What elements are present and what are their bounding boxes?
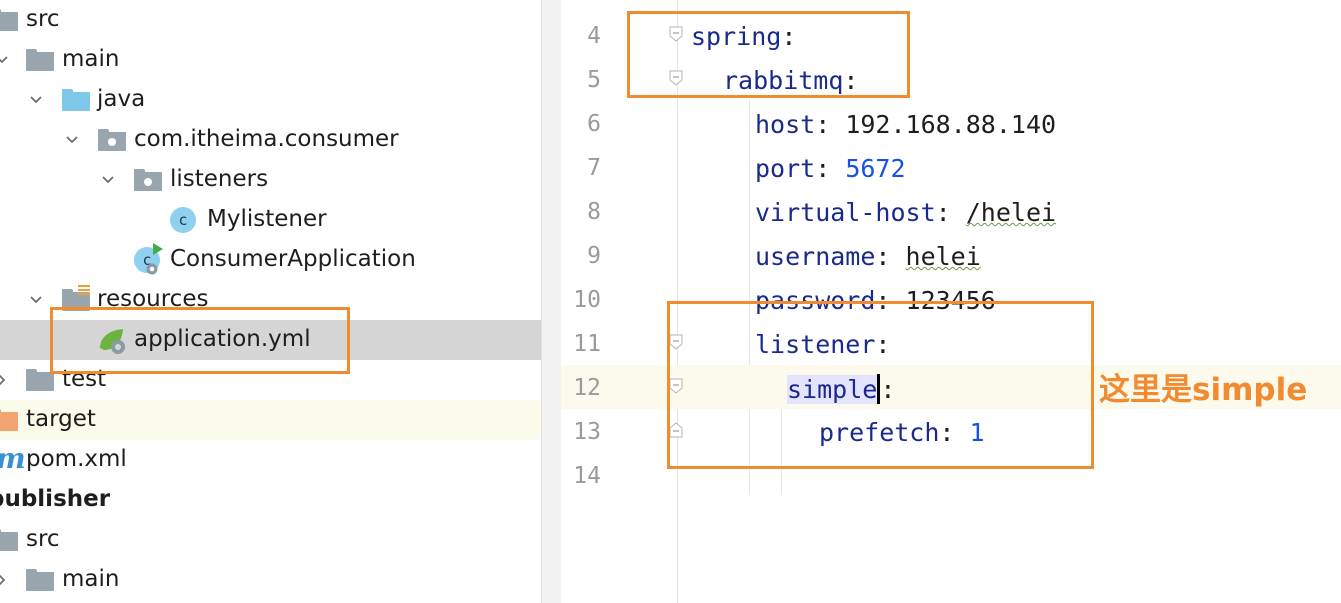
tree-item-package-consumer[interactable]: com.itheima.consumer	[0, 120, 541, 160]
tree-item-main[interactable]: main	[0, 560, 541, 600]
code-line[interactable]: 7 port: 5672	[561, 145, 1341, 189]
tree-item-package-listeners[interactable]: listeners	[0, 160, 541, 200]
java-class-icon: c	[170, 207, 196, 233]
code-line[interactable]: 6 host: 192.168.88.140	[561, 101, 1341, 145]
tree-item-src[interactable]: src	[0, 0, 541, 40]
chevron-down-icon[interactable]	[28, 92, 44, 108]
tree-item-label: src	[26, 6, 60, 32]
chevron-right-icon[interactable]	[0, 572, 10, 588]
run-marker-icon	[153, 243, 163, 255]
tree-item-label: ConsumerApplication	[170, 246, 416, 272]
tree-item-target[interactable]: target	[0, 400, 541, 440]
chevron-down-icon[interactable]	[64, 132, 80, 148]
tree-item-label: java	[97, 86, 146, 112]
chevron-right-icon[interactable]	[0, 372, 10, 388]
chevron-down-icon[interactable]	[0, 52, 10, 68]
line-number: 7	[587, 155, 601, 181]
tree-item-main[interactable]: main	[0, 40, 541, 80]
tree-item-mylistener[interactable]: c Mylistener	[0, 200, 541, 240]
project-tree: src main java com.itheima.consumer liste…	[0, 0, 541, 603]
line-number: 11	[573, 331, 601, 357]
line-number: 6	[587, 111, 601, 137]
chevron-down-icon[interactable]	[28, 292, 44, 308]
folder-icon	[0, 529, 18, 551]
tree-item-label: main	[62, 46, 120, 72]
folder-icon	[26, 49, 54, 71]
folder-icon	[26, 569, 54, 591]
line-number: 5	[587, 67, 601, 93]
line-number: 10	[573, 287, 601, 313]
panel-splitter[interactable]	[541, 0, 562, 603]
tree-item-java[interactable]: java	[0, 80, 541, 120]
tree-item-label: Mylistener	[207, 206, 327, 232]
source-folder-icon	[62, 89, 90, 111]
folder-icon	[0, 9, 18, 31]
tree-item-publisher-module[interactable]: publisher	[0, 480, 541, 520]
tree-item-label: listeners	[170, 166, 269, 192]
package-icon	[134, 169, 162, 191]
chevron-down-icon[interactable]	[100, 172, 116, 188]
tree-item-label: main	[62, 566, 120, 592]
line-number: 8	[587, 199, 601, 225]
gear-icon	[146, 263, 158, 275]
code-line[interactable]: 8 virtual-host: /helei	[561, 189, 1341, 233]
tree-item-label: target	[26, 406, 96, 432]
tree-item-label: pom.xml	[26, 446, 127, 472]
tree-item-label: com.itheima.consumer	[134, 126, 399, 152]
tree-item-label: src	[26, 526, 60, 552]
package-icon	[98, 129, 126, 151]
line-number: 4	[587, 23, 601, 49]
code-text: port: 5672	[755, 154, 906, 183]
tree-item-src[interactable]: src	[0, 520, 541, 560]
annotation-label: 这里是simple	[1099, 372, 1308, 408]
annotation-box-application-yml	[50, 307, 350, 374]
tree-item-label: publisher	[0, 486, 111, 512]
code-text: virtual-host: /helei	[755, 198, 1057, 227]
annotation-box-listener-simple	[667, 301, 1094, 469]
code-text: host: 192.168.88.140	[755, 110, 1057, 139]
line-number: 14	[573, 463, 601, 489]
annotation-box-spring-rabbitmq	[627, 11, 910, 98]
excluded-folder-icon	[0, 409, 18, 431]
line-number: 13	[573, 419, 601, 445]
code-text: username: helei	[755, 242, 981, 271]
code-line[interactable]: 9 username: helei	[561, 233, 1341, 277]
tree-item-pom-xml[interactable]: m pom.xml	[0, 440, 541, 480]
line-number: 9	[587, 243, 601, 269]
maven-icon: m	[0, 442, 26, 475]
line-number: 12	[573, 375, 601, 401]
tree-item-consumer-application[interactable]: c ConsumerApplication	[0, 240, 541, 280]
